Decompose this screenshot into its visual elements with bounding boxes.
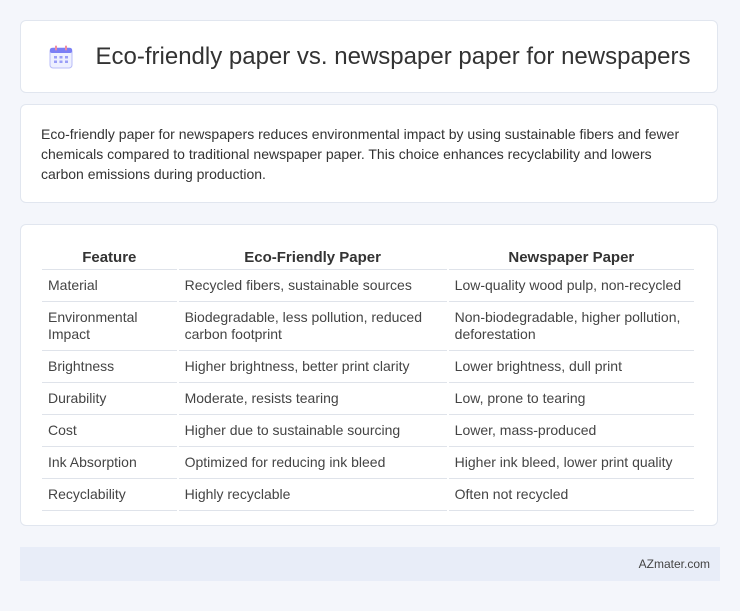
page-title: Eco-friendly paper vs. newspaper paper f… <box>95 42 691 70</box>
table-row: Ink Absorption Optimized for reducing in… <box>42 447 694 479</box>
table-row: Brightness Higher brightness, better pri… <box>42 351 694 383</box>
eco-friendly-cell: Highly recyclable <box>178 479 447 511</box>
footer-bar: AZmater.com <box>20 547 720 581</box>
newspaper-cell: Lower brightness, dull print <box>448 351 694 383</box>
newspaper-cell: Lower, mass-produced <box>448 415 694 447</box>
eco-friendly-cell: Recycled fibers, sustainable sources <box>178 270 447 302</box>
header-feature: Feature <box>42 245 177 270</box>
calendar-icon <box>48 44 74 70</box>
feature-cell: Environmental Impact <box>42 302 177 351</box>
feature-cell: Durability <box>42 383 177 415</box>
newspaper-cell: Low, prone to tearing <box>448 383 694 415</box>
eco-friendly-cell: Moderate, resists tearing <box>178 383 447 415</box>
comparison-table-card: Feature Eco-Friendly Paper Newspaper Pap… <box>20 224 718 526</box>
eco-friendly-cell: Optimized for reducing ink bleed <box>178 447 447 479</box>
footer-brand[interactable]: AZmater.com <box>639 557 710 571</box>
eco-friendly-cell: Biodegradable, less pollution, reduced c… <box>178 302 447 351</box>
table-row: Cost Higher due to sustainable sourcing … <box>42 415 694 447</box>
table-row: Durability Moderate, resists tearing Low… <box>42 383 694 415</box>
feature-cell: Material <box>42 270 177 302</box>
newspaper-cell: Low-quality wood pulp, non-recycled <box>448 270 694 302</box>
table-header-row: Feature Eco-Friendly Paper Newspaper Pap… <box>42 245 694 270</box>
table-row: Environmental Impact Biodegradable, less… <box>42 302 694 351</box>
table-row: Recyclability Highly recyclable Often no… <box>42 479 694 511</box>
header-eco-friendly-paper: Eco-Friendly Paper <box>178 245 447 270</box>
feature-cell: Cost <box>42 415 177 447</box>
newspaper-cell: Non-biodegradable, higher pollution, def… <box>448 302 694 351</box>
table-row: Material Recycled fibers, sustainable so… <box>42 270 694 302</box>
newspaper-cell: Higher ink bleed, lower print quality <box>448 447 694 479</box>
feature-cell: Brightness <box>42 351 177 383</box>
description-card: Eco-friendly paper for newspapers reduce… <box>20 104 718 203</box>
comparison-table: Feature Eco-Friendly Paper Newspaper Pap… <box>40 245 696 511</box>
description-text: Eco-friendly paper for newspapers reduce… <box>41 126 680 182</box>
feature-cell: Recyclability <box>42 479 177 511</box>
newspaper-cell: Often not recycled <box>448 479 694 511</box>
eco-friendly-cell: Higher due to sustainable sourcing <box>178 415 447 447</box>
feature-cell: Ink Absorption <box>42 447 177 479</box>
title-card: Eco-friendly paper vs. newspaper paper f… <box>20 20 718 93</box>
eco-friendly-cell: Higher brightness, better print clarity <box>178 351 447 383</box>
header-newspaper-paper: Newspaper Paper <box>448 245 694 270</box>
